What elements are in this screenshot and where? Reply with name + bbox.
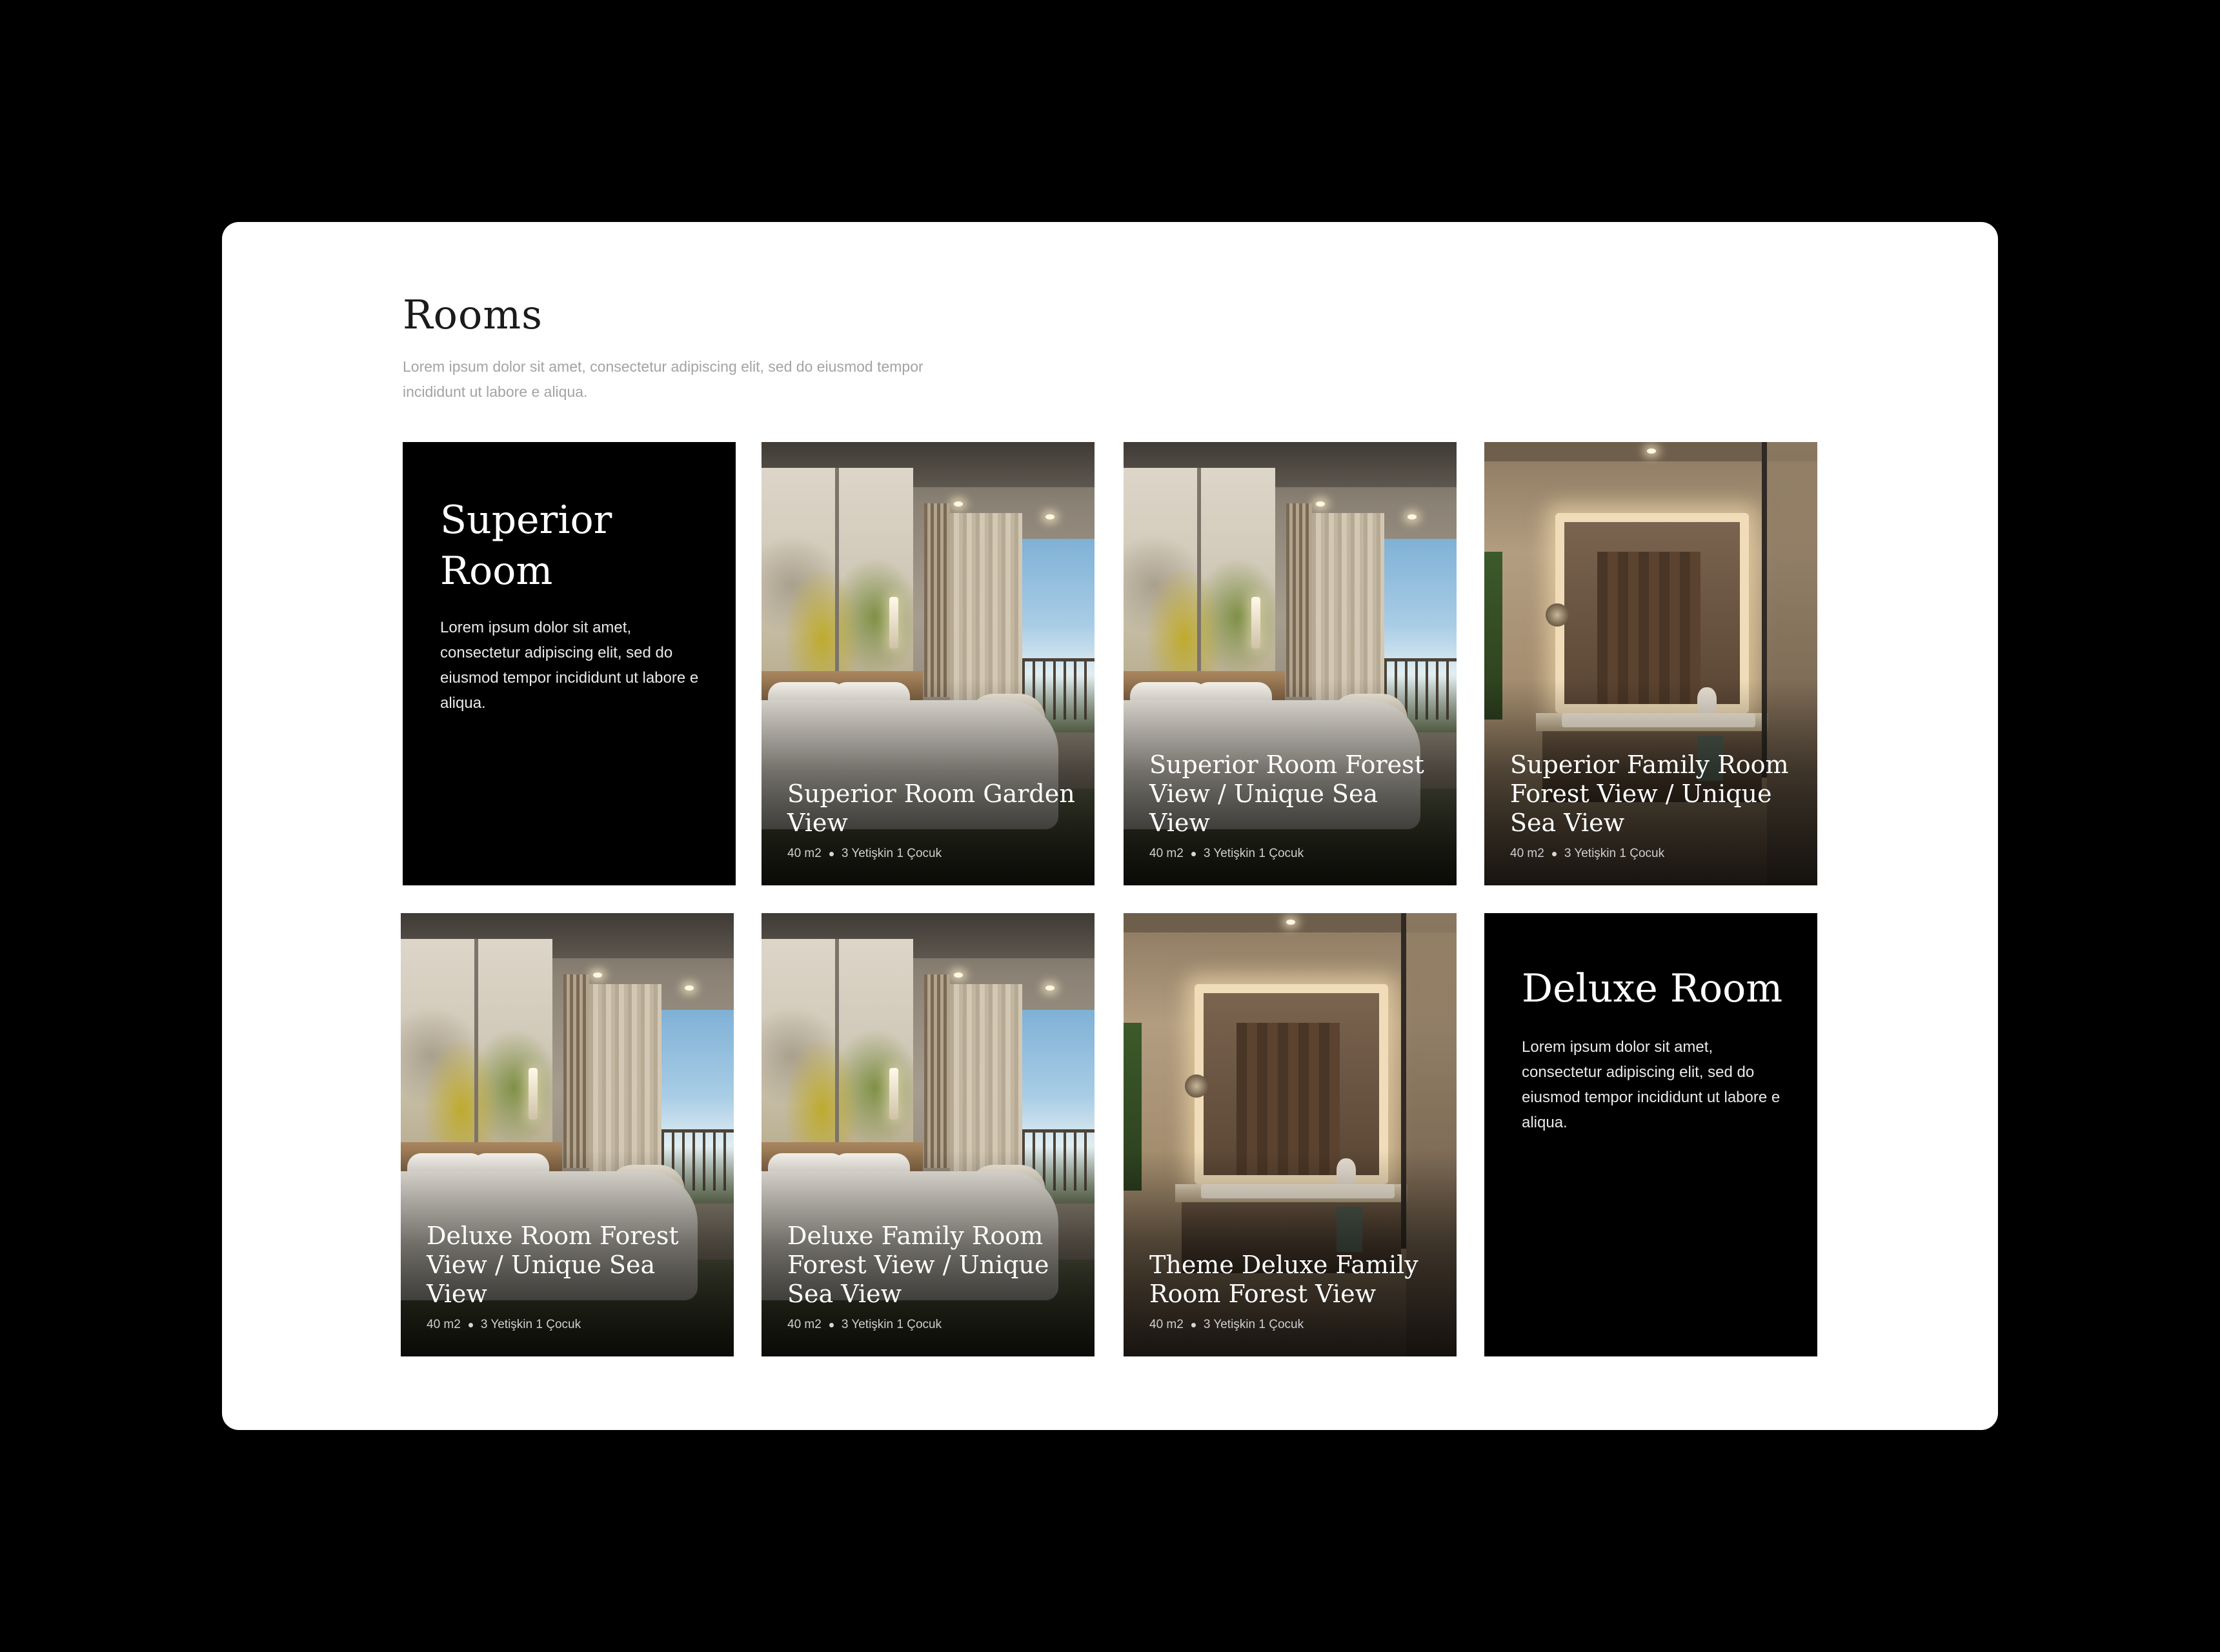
room-card-meta: 40 m2 3 Yetişkin 1 Çocuk: [787, 847, 1075, 861]
room-card[interactable]: Superior Room Garden View 40 m2 3 Yetişk…: [762, 442, 1095, 885]
room-size: 40 m2: [787, 847, 822, 860]
room-card-label: Superior Family Room Forest View / Uniqu…: [1510, 750, 1798, 861]
room-card-label: Theme Deluxe Family Room Forest View 40 …: [1149, 1251, 1437, 1332]
room-card-label: Superior Room Garden View 40 m2 3 Yetişk…: [787, 780, 1075, 861]
info-card-title: Deluxe Room: [1522, 966, 1783, 1011]
room-card-title: Superior Room Forest View / Unique Sea V…: [1149, 750, 1424, 837]
room-card[interactable]: Theme Deluxe Family Room Forest View 40 …: [1124, 913, 1457, 1356]
room-capacity: 3 Yetişkin 1 Çocuk: [841, 847, 942, 860]
room-capacity: 3 Yetişkin 1 Çocuk: [480, 1318, 581, 1331]
room-card-title: Superior Room Garden View: [787, 780, 1075, 837]
room-size: 40 m2: [1149, 1318, 1184, 1331]
room-card-label: Superior Room Forest View / Unique Sea V…: [1149, 750, 1437, 861]
room-capacity: 3 Yetişkin 1 Çocuk: [1203, 1318, 1304, 1331]
separator-dot-icon: [1191, 851, 1196, 856]
room-capacity: 3 Yetişkin 1 Çocuk: [841, 1318, 942, 1331]
info-card-description: Lorem ipsum dolor sit amet, consectetur …: [1522, 1038, 1781, 1131]
info-card-deluxe: Deluxe Room Lorem ipsum dolor sit amet, …: [1484, 913, 1817, 1356]
rooms-panel: Rooms Lorem ipsum dolor sit amet, consec…: [222, 222, 1998, 1430]
room-card-title: Superior Family Room Forest View / Uniqu…: [1510, 750, 1789, 837]
room-size: 40 m2: [1149, 847, 1184, 860]
room-card-label: Deluxe Family Room Forest View / Unique …: [787, 1222, 1075, 1332]
room-size: 40 m2: [427, 1318, 461, 1331]
room-card-meta: 40 m2 3 Yetişkin 1 Çocuk: [787, 1318, 1075, 1332]
room-size: 40 m2: [1510, 847, 1544, 860]
room-card-title: Theme Deluxe Family Room Forest View: [1149, 1251, 1418, 1308]
room-capacity: 3 Yetişkin 1 Çocuk: [1203, 847, 1304, 860]
room-card-title: Deluxe Room Forest View / Unique Sea Vie…: [427, 1222, 679, 1308]
info-card-title: Superior Room: [440, 498, 612, 594]
info-card-description: Lorem ipsum dolor sit amet, consectetur …: [440, 619, 699, 712]
room-capacity: 3 Yetişkin 1 Çocuk: [1564, 847, 1665, 860]
room-size: 40 m2: [787, 1318, 822, 1331]
room-card[interactable]: Superior Family Room Forest View / Uniqu…: [1484, 442, 1817, 885]
separator-dot-icon: [829, 851, 834, 856]
room-card[interactable]: Deluxe Family Room Forest View / Unique …: [762, 913, 1095, 1356]
room-card-meta: 40 m2 3 Yetişkin 1 Çocuk: [427, 1318, 714, 1332]
separator-dot-icon: [1551, 851, 1557, 856]
room-card-label: Deluxe Room Forest View / Unique Sea Vie…: [427, 1222, 714, 1332]
room-card-meta: 40 m2 3 Yetişkin 1 Çocuk: [1149, 1318, 1437, 1332]
separator-dot-icon: [829, 1322, 834, 1327]
info-card-superior: Superior Room Lorem ipsum dolor sit amet…: [403, 442, 736, 885]
room-card[interactable]: Superior Room Forest View / Unique Sea V…: [1124, 442, 1457, 885]
separator-dot-icon: [468, 1322, 473, 1327]
rooms-grid: Superior Room Lorem ipsum dolor sit amet…: [222, 222, 1998, 1430]
separator-dot-icon: [1191, 1322, 1196, 1327]
room-card-meta: 40 m2 3 Yetişkin 1 Çocuk: [1510, 847, 1798, 861]
room-card[interactable]: Deluxe Room Forest View / Unique Sea Vie…: [401, 913, 734, 1356]
room-card-meta: 40 m2 3 Yetişkin 1 Çocuk: [1149, 847, 1437, 861]
room-card-title: Deluxe Family Room Forest View / Unique …: [787, 1222, 1049, 1308]
